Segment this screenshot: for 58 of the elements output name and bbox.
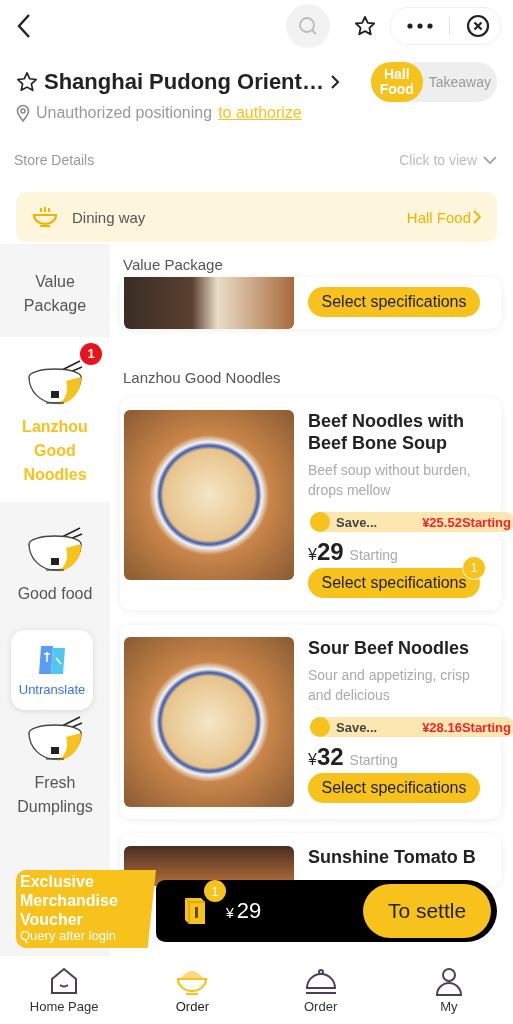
store-details-label: Store Details	[14, 152, 95, 168]
cart-total: ¥29	[226, 898, 263, 924]
dish-name: Sunshine Tomato B	[308, 846, 477, 868]
dining-way-label: Dining way	[72, 208, 147, 226]
location-pin-icon	[16, 104, 30, 122]
untranslate-button[interactable]: Untranslate	[11, 630, 93, 710]
home-icon	[49, 966, 80, 996]
dish-price: ¥32	[308, 743, 344, 771]
tab-bar-item[interactable]: Order	[256, 956, 385, 1024]
close-icon[interactable]	[466, 14, 490, 38]
quantity-badge: 1	[462, 556, 486, 580]
noodle-bowl-icon	[26, 715, 84, 763]
more-icon[interactable]	[407, 23, 433, 29]
dish-description: Sour and appetizing, crisp and delicious	[308, 666, 471, 705]
price-suffix: Starting	[349, 547, 398, 563]
star-icon[interactable]	[354, 15, 376, 37]
tab-bar-item[interactable]: My	[384, 956, 513, 1024]
voucher-subtitle: Query after login	[20, 929, 118, 943]
discount-icon	[310, 512, 330, 532]
noodle-bowl-icon	[26, 359, 84, 407]
person-icon	[433, 966, 464, 996]
section-title: Lanzhou Good Noodles	[123, 369, 282, 386]
chevron-down-icon[interactable]	[483, 155, 497, 165]
discount-price: ¥25.52Starting	[422, 514, 511, 530]
count-badge: 1	[80, 343, 102, 365]
discount-label: Save...	[336, 514, 379, 530]
cart-count-badge: 1	[204, 880, 226, 902]
dish-price: ¥29	[308, 538, 344, 566]
tab-bar-item[interactable]: Order	[128, 956, 257, 1024]
translate-icon	[37, 643, 67, 676]
bowl-icon	[32, 206, 58, 228]
back-icon[interactable]	[16, 13, 32, 39]
select-specifications-button[interactable]: Select specifications	[308, 287, 480, 317]
select-specifications-button[interactable]: Select specifications	[308, 773, 480, 803]
dish-name: Beef Noodles with Beef Bone Soup	[308, 410, 465, 454]
search-icon	[298, 16, 318, 36]
category-item[interactable]: Fresh Dumplings	[0, 713, 110, 819]
cloche-icon	[303, 966, 338, 996]
category-item[interactable]: Value Package	[0, 244, 110, 337]
dining-way-banner[interactable]: Dining way Hall Food	[16, 192, 497, 242]
noodle-bowl-icon	[26, 526, 84, 574]
category-item[interactable]: Good food	[0, 502, 110, 627]
location-status: Unauthorized positioning	[36, 104, 213, 122]
category-item[interactable]: Lanzhou Good Noodles 1	[0, 337, 110, 502]
section-title: Value Package	[123, 256, 224, 273]
chevron-right-icon	[329, 74, 340, 90]
discount-price: ¥28.16Starting	[422, 719, 511, 735]
chevron-right-icon	[473, 210, 481, 224]
store-name: Shanghai Pudong Orient…	[44, 69, 324, 95]
settle-button[interactable]: To settle	[363, 884, 491, 938]
dish-description: Beef soup without burden, drops mellow	[308, 461, 472, 500]
tab-bar-item[interactable]: Home Page	[0, 956, 129, 1024]
dish-name: Sour Beef Noodles	[308, 637, 471, 659]
discount-label: Save...	[336, 719, 379, 735]
favorite-star-icon[interactable]	[16, 71, 38, 93]
price-suffix: Starting	[349, 752, 398, 768]
discount-icon	[310, 717, 330, 737]
voucher-title: Exclusive Merchandise Voucher	[20, 872, 119, 929]
